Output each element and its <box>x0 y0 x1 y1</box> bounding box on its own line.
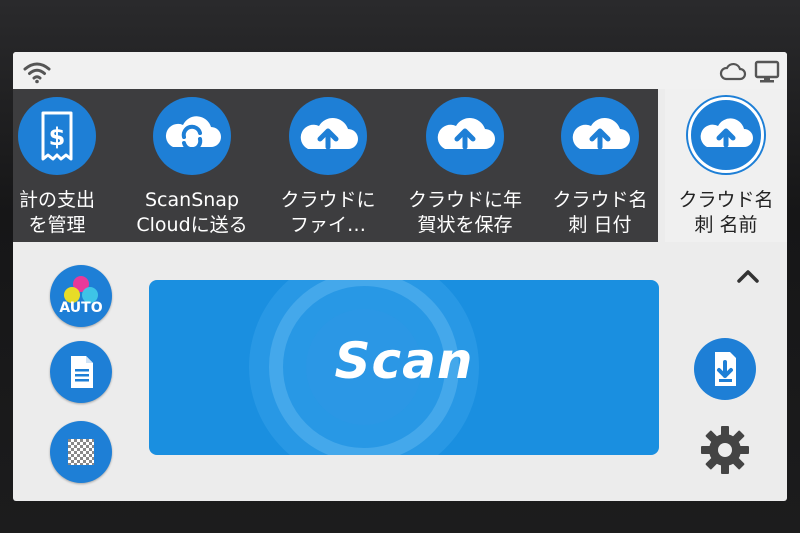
scan-label: Scan <box>334 332 474 390</box>
profile-label: クラウドに ファイ… <box>280 189 376 236</box>
profile-item-cloud-card-date[interactable]: クラウド名 刺 日付 <box>535 89 665 242</box>
cloud-status-icon <box>719 62 747 81</box>
status-bar <box>13 52 787 89</box>
document-icon <box>71 356 93 388</box>
save-to-device-icon <box>715 352 736 386</box>
profile-label: クラウド名 刺 日付 <box>552 189 648 236</box>
selected-profile-label: クラウド名 刺 名前 <box>678 189 774 236</box>
color-mode-icon <box>64 276 98 303</box>
profile-item-cloud-newyear[interactable]: クラウドに年 賀状を保存 <box>400 89 530 242</box>
profile-item-scansnap-cloud[interactable]: ScanSnap Cloudに送る <box>127 89 257 242</box>
color-mode-button[interactable]: AUTO <box>50 265 112 327</box>
touch-screen: $ 計の支出 を管理 ScanSnap Cloudに送る クラウドに ファイ… … <box>13 52 787 501</box>
profile-list[interactable]: $ 計の支出 を管理 ScanSnap Cloudに送る クラウドに ファイ… … <box>13 89 658 242</box>
scan-button[interactable]: Scan <box>149 280 659 455</box>
chevron-up-icon[interactable] <box>733 265 763 287</box>
profile-label: クラウドに年 賀状を保存 <box>407 189 522 236</box>
cloud-upload-icon <box>688 97 764 173</box>
cloud-upload-icon <box>289 97 367 175</box>
profile-label: 計の支出 を管理 <box>18 189 95 236</box>
profile-label: ScanSnap Cloudに送る <box>136 189 248 236</box>
selected-profile[interactable]: クラウド名 刺 名前 <box>665 89 787 242</box>
save-destination-button[interactable] <box>694 338 756 400</box>
receipt-icon: $ <box>18 97 96 175</box>
scansnap-cloud-icon <box>153 97 231 175</box>
checker-pattern-icon <box>68 439 94 465</box>
gear-icon[interactable] <box>697 422 753 478</box>
profile-item-cloud-file[interactable]: クラウドに ファイ… <box>263 89 393 242</box>
scan-side-button[interactable] <box>50 341 112 403</box>
profile-item-expense[interactable]: $ 計の支出 を管理 <box>13 89 122 242</box>
computer-status-icon <box>754 60 780 83</box>
color-mode-label: AUTO <box>59 300 103 316</box>
cloud-upload-icon <box>561 97 639 175</box>
svg-text:$: $ <box>49 123 66 151</box>
quality-button[interactable] <box>50 421 112 483</box>
cloud-upload-icon <box>426 97 504 175</box>
wifi-icon <box>23 62 51 84</box>
